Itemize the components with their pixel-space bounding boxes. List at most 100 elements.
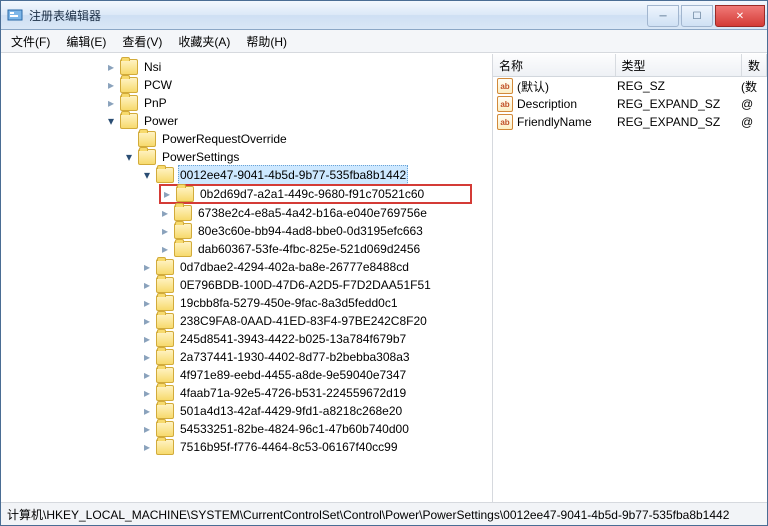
value-row[interactable]: abDescriptionREG_EXPAND_SZ@ bbox=[493, 95, 767, 113]
value-name: Description bbox=[517, 97, 577, 111]
tree-pane[interactable]: NsiPCWPnP Power PowerRequestOverride bbox=[1, 54, 493, 502]
tree-item[interactable]: 0E796BDB-100D-47D6-A2D5-F7D2DAA51F51 bbox=[141, 276, 492, 294]
folder-icon bbox=[174, 205, 192, 221]
value-name: FriendlyName bbox=[517, 115, 592, 129]
folder-icon bbox=[120, 77, 138, 93]
expander-icon[interactable] bbox=[141, 297, 153, 309]
folder-icon bbox=[120, 113, 138, 129]
value-row[interactable]: abFriendlyNameREG_EXPAND_SZ@ bbox=[493, 113, 767, 131]
tree-item[interactable]: 4f971e89-eebd-4455-a8de-9e59040e7347 bbox=[141, 366, 492, 384]
tree-item[interactable]: Nsi bbox=[105, 58, 492, 76]
tree-item[interactable]: 7516b95f-f776-4464-8c53-06167f40cc99 bbox=[141, 438, 492, 456]
expander-icon[interactable] bbox=[161, 188, 173, 200]
expander-icon[interactable] bbox=[105, 61, 117, 73]
folder-icon bbox=[120, 59, 138, 75]
folder-icon bbox=[156, 295, 174, 311]
values-header: 名称 类型 数 bbox=[493, 54, 767, 77]
tree-label: 238C9FA8-0AAD-41ED-83F4-97BE242C8F20 bbox=[178, 312, 429, 330]
expander-icon[interactable] bbox=[159, 243, 171, 255]
folder-icon bbox=[156, 167, 174, 183]
client-area: NsiPCWPnP Power PowerRequestOverride bbox=[1, 53, 767, 502]
value-name: (默认) bbox=[517, 78, 549, 95]
value-type: REG_EXPAND_SZ bbox=[615, 97, 739, 111]
tree-item[interactable]: 2a737441-1930-4402-8d77-b2bebba308a3 bbox=[141, 348, 492, 366]
tree-label: Nsi bbox=[142, 58, 163, 76]
tree-item[interactable]: 54533251-82be-4824-96c1-47b60b740d00 bbox=[141, 420, 492, 438]
value-type: REG_EXPAND_SZ bbox=[615, 115, 739, 129]
tree-label: 0b2d69d7-a2a1-449c-9680-f91c70521c60 bbox=[198, 185, 426, 203]
expander-icon[interactable] bbox=[105, 79, 117, 91]
expander-icon[interactable] bbox=[159, 207, 171, 219]
expander-icon[interactable] bbox=[141, 351, 153, 363]
titlebar[interactable]: 注册表编辑器 ─ ☐ ✕ bbox=[1, 1, 767, 30]
value-data: @ bbox=[739, 97, 767, 111]
menu-edit[interactable]: 编辑(E) bbox=[58, 31, 114, 52]
folder-icon bbox=[138, 149, 156, 165]
expander-icon[interactable] bbox=[141, 261, 153, 273]
menu-fav[interactable]: 收藏夹(A) bbox=[170, 31, 238, 52]
expander-icon[interactable] bbox=[105, 97, 117, 109]
menu-view[interactable]: 查看(V) bbox=[114, 31, 170, 52]
tree-item-power[interactable]: Power bbox=[105, 112, 492, 130]
column-data[interactable]: 数 bbox=[742, 54, 767, 76]
tree-label: 80e3c60e-bb94-4ad8-bbe0-0d3195efc663 bbox=[196, 222, 425, 240]
menu-file[interactable]: 文件(F) bbox=[3, 31, 58, 52]
expander-icon[interactable] bbox=[141, 369, 153, 381]
expander-icon[interactable] bbox=[141, 423, 153, 435]
tree-label: PnP bbox=[142, 94, 169, 112]
folder-icon bbox=[156, 421, 174, 437]
window-controls: ─ ☐ ✕ bbox=[645, 5, 765, 25]
expander-icon[interactable] bbox=[159, 225, 171, 237]
tree-item[interactable]: 238C9FA8-0AAD-41ED-83F4-97BE242C8F20 bbox=[141, 312, 492, 330]
tree-item[interactable]: PnP bbox=[105, 94, 492, 112]
folder-icon bbox=[156, 439, 174, 455]
tree-label: 245d8541-3943-4422-b025-13a784f679b7 bbox=[178, 330, 408, 348]
tree-label: dab60367-53fe-4fbc-825e-521d069d2456 bbox=[196, 240, 422, 258]
tree-label: 0E796BDB-100D-47D6-A2D5-F7D2DAA51F51 bbox=[178, 276, 433, 294]
folder-icon bbox=[156, 331, 174, 347]
value-row[interactable]: ab(默认)REG_SZ(数 bbox=[493, 77, 767, 95]
tree-item-requestoverride[interactable]: PowerRequestOverride bbox=[123, 130, 492, 148]
menu-help[interactable]: 帮助(H) bbox=[238, 31, 295, 52]
minimize-button[interactable]: ─ bbox=[647, 5, 679, 27]
expander-icon[interactable] bbox=[141, 169, 153, 181]
expander-icon[interactable] bbox=[141, 333, 153, 345]
tree-label: PowerSettings bbox=[160, 148, 241, 166]
tree-item[interactable]: 80e3c60e-bb94-4ad8-bbe0-0d3195efc663 bbox=[159, 222, 492, 240]
tree-label: PCW bbox=[142, 76, 174, 94]
expander-icon[interactable] bbox=[105, 115, 117, 127]
tree-label: 19cbb8fa-5279-450e-9fac-8a3d5fedd0c1 bbox=[178, 294, 400, 312]
folder-icon bbox=[138, 131, 156, 147]
tree-label: Power bbox=[142, 112, 180, 130]
close-button[interactable]: ✕ bbox=[715, 5, 765, 27]
status-path: 计算机\HKEY_LOCAL_MACHINE\SYSTEM\CurrentCon… bbox=[7, 506, 729, 523]
tree-item[interactable]: 245d8541-3943-4422-b025-13a784f679b7 bbox=[141, 330, 492, 348]
tree-label: PowerRequestOverride bbox=[160, 130, 289, 148]
values-pane[interactable]: 名称 类型 数 ab(默认)REG_SZ(数abDescriptionREG_E… bbox=[493, 54, 767, 502]
tree-item[interactable]: 4faab71a-92e5-4726-b531-224559672d19 bbox=[141, 384, 492, 402]
tree-item[interactable]: 0d7dbae2-4294-402a-ba8e-26777e8488cd bbox=[141, 258, 492, 276]
tree-label: 6738e2c4-e8a5-4a42-b16a-e040e769756e bbox=[196, 204, 429, 222]
tree-item-selected[interactable]: 0012ee47-9041-4b5d-9b77-535fba8b1442 0b2… bbox=[141, 166, 492, 258]
folder-icon bbox=[176, 186, 194, 202]
tree-item[interactable]: 6738e2c4-e8a5-4a42-b16a-e040e769756e bbox=[159, 204, 492, 222]
tree-item[interactable]: 19cbb8fa-5279-450e-9fac-8a3d5fedd0c1 bbox=[141, 294, 492, 312]
tree-item-highlighted[interactable]: 0b2d69d7-a2a1-449c-9680-f91c70521c60 bbox=[159, 184, 492, 204]
column-name[interactable]: 名称 bbox=[493, 54, 616, 76]
folder-icon bbox=[156, 259, 174, 275]
expander-icon[interactable] bbox=[123, 151, 135, 163]
expander-icon[interactable] bbox=[141, 405, 153, 417]
tree-label: 501a4d13-42af-4429-9fd1-a8218c268e20 bbox=[178, 402, 404, 420]
tree-item[interactable]: dab60367-53fe-4fbc-825e-521d069d2456 bbox=[159, 240, 492, 258]
tree-item-powersettings[interactable]: PowerSettings bbox=[123, 148, 492, 166]
expander-icon[interactable] bbox=[141, 279, 153, 291]
window-frame: 注册表编辑器 ─ ☐ ✕ 文件(F) 编辑(E) 查看(V) 收藏夹(A) 帮助… bbox=[0, 0, 768, 526]
expander-icon[interactable] bbox=[141, 315, 153, 327]
window-title: 注册表编辑器 bbox=[29, 7, 645, 24]
expander-icon[interactable] bbox=[141, 441, 153, 453]
maximize-button[interactable]: ☐ bbox=[681, 5, 713, 27]
column-type[interactable]: 类型 bbox=[616, 54, 742, 76]
expander-icon[interactable] bbox=[141, 387, 153, 399]
tree-item[interactable]: PCW bbox=[105, 76, 492, 94]
tree-item[interactable]: 501a4d13-42af-4429-9fd1-a8218c268e20 bbox=[141, 402, 492, 420]
